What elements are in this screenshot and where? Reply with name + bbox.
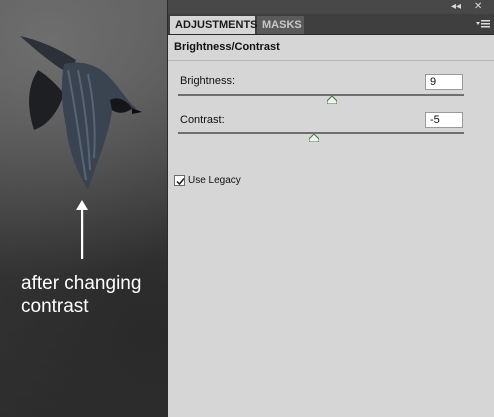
tab-bar: ADJUSTMENTS MASKS — [168, 14, 494, 35]
brightness-label: Brightness: — [180, 75, 236, 87]
contrast-slider-thumb[interactable] — [308, 134, 319, 142]
use-legacy-checkbox[interactable] — [174, 175, 185, 186]
title-divider — [168, 60, 494, 61]
tab-adjustments[interactable]: ADJUSTMENTS — [170, 16, 258, 34]
panel-title: Brightness/Contrast — [174, 41, 280, 53]
panel-header-strip: ◂◂ ✕ — [168, 0, 494, 14]
contrast-slider-track[interactable] — [178, 132, 464, 134]
brightness-input[interactable]: 9 — [425, 74, 463, 90]
caption-text: after changing contrast — [21, 272, 141, 318]
caption-line-1: after changing — [21, 273, 142, 294]
contrast-input[interactable]: -5 — [425, 112, 463, 128]
caption-line-2: contrast — [21, 296, 89, 317]
close-icon[interactable]: ✕ — [474, 1, 482, 13]
use-legacy-label: Use Legacy — [188, 175, 241, 186]
adjustments-panel: ◂◂ ✕ ADJUSTMENTS MASKS Brightness/Contra… — [167, 0, 494, 417]
brightness-slider-thumb[interactable] — [327, 96, 338, 104]
bird-image — [20, 36, 142, 190]
collapse-icon[interactable]: ◂◂ — [451, 1, 461, 13]
brightness-slider-track[interactable] — [178, 94, 464, 96]
panel-menu-icon[interactable] — [476, 18, 490, 30]
tab-masks[interactable]: MASKS — [257, 16, 304, 34]
checkmark-icon — [176, 178, 185, 186]
arrow-up-icon — [76, 200, 88, 259]
contrast-label: Contrast: — [180, 114, 225, 126]
